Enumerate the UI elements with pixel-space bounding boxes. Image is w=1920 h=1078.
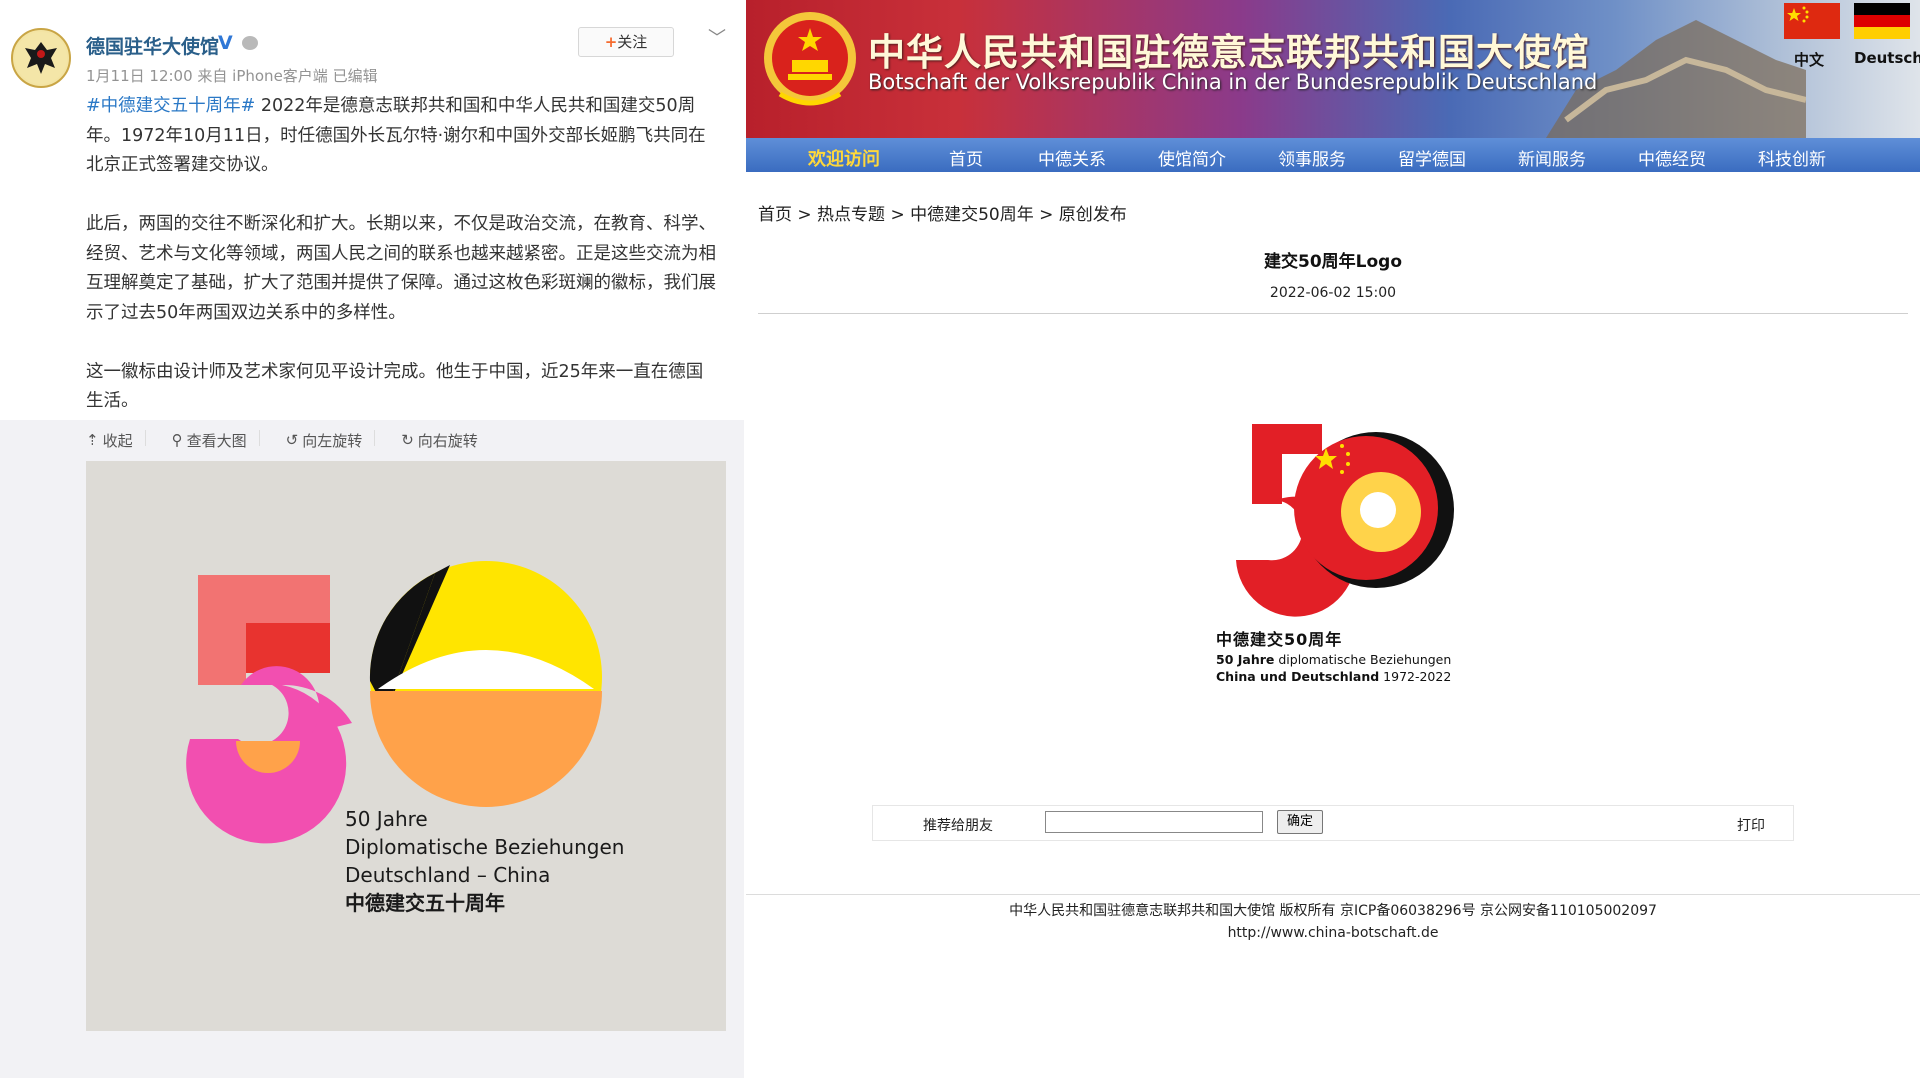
article-date: 2022-06-02 15:00 [1269,285,1397,301]
logo-text-block: 中德建交50周年 50 Jahre diplomatische Beziehun… [1216,626,1451,684]
view-large-button[interactable]: ⚲ 查看大图 [172,430,247,450]
anniversary-logo-graphic [186,561,602,844]
toolbar-divider [144,430,146,446]
collapse-label: 收起 [102,431,133,450]
nav-sino-german-relations[interactable]: 中德关系 [1038,145,1106,170]
recommend-bar: 推荐给朋友 确定 打印 [872,805,1794,841]
toolbar-divider [374,430,376,446]
verified-icon: V [218,32,233,54]
breadcrumb[interactable]: 首页 > 热点专题 > 中德建交50周年 > 原创发布 [758,200,1127,225]
main-nav: 欢迎访问 首页 中德关系 使馆简介 领事服务 留学德国 新闻服务 中德经贸 科技… [746,138,1920,172]
nav-consular-services[interactable]: 领事服务 [1278,145,1346,170]
logo-text-line-3-bold: China und Deutschland [1216,669,1380,684]
footer-url[interactable]: http://www.china-botschaft.de [746,925,1920,941]
logo-text-line-2: 50 Jahre diplomatische Beziehungen [1216,652,1451,667]
weibo-post: 德国驻华大使馆 V 1月11日 12:00 来自 iPhone客户端 已编辑 +… [0,0,744,1078]
rotate-left-label: 向左旋转 [302,431,363,450]
site-title-de: Botschaft der Volksrepublik China in der… [868,70,1598,94]
footer-copyright: 中华人民共和国驻德意志联邦共和国大使馆 版权所有 京ICP备06038296号 … [1009,903,1657,919]
collapse-icon: ⇡ [86,431,99,449]
caption-line-4: 中德建交五十周年 [345,891,505,915]
recommend-email-input[interactable] [1045,811,1263,833]
caption-line-2: Diplomatische Beziehungen [345,835,625,859]
toolbar-divider [258,430,260,446]
eagle-emblem-icon [15,32,67,84]
recommend-label: 推荐给朋友 [923,818,993,834]
china-flag-icon[interactable] [1784,3,1840,39]
national-emblem-icon [764,12,856,106]
caption-line-1: 50 Jahre [345,807,428,831]
nav-home[interactable]: 首页 [949,145,983,170]
print-link[interactable]: 打印 [1737,815,1765,835]
image-toolbar: ⇡ 收起 ⚲ 查看大图 ↺ 向左旋转 ↻ 向右旋转 [86,430,478,450]
follow-button[interactable]: +关注 [578,27,674,57]
nav-tech-innovation[interactable]: 科技创新 [1758,145,1826,170]
article-title: 建交50周年Logo [1263,252,1403,272]
post-header: 德国驻华大使馆 V 1月11日 12:00 来自 iPhone客户端 已编辑 +… [0,0,744,90]
magnifier-icon: ⚲ [171,431,183,449]
paragraph-2: 此后，两国的交往不断深化和扩大。长期以来，不仅是政治交流，在教育、科学、经贸、艺… [86,214,716,323]
footer-divider [746,894,1920,895]
post-meta: 1月11日 12:00 来自 iPhone客户端 已编辑 [86,67,378,85]
collapse-button[interactable]: ⇡ 收起 [86,430,133,450]
lang-chinese-link[interactable]: 中文 [1794,49,1824,70]
follow-label: 关注 [617,33,648,51]
view-large-label: 查看大图 [186,431,247,450]
logo-caption: 50 Jahre Diplomatische Beziehungen Deuts… [345,805,624,917]
rotate-left-icon: ↺ [285,431,299,449]
avatar[interactable] [11,28,71,88]
lang-german-link[interactable]: Deutsch [1854,49,1920,67]
nav-study-in-germany[interactable]: 留学德国 [1398,145,1466,170]
rotate-left-button[interactable]: ↺ 向左旋转 [286,430,363,450]
hashtag-link[interactable]: #中德建交五十周年# [86,96,255,116]
caption-line-3: Deutschland – China [345,863,551,887]
rotate-right-icon: ↻ [401,431,414,449]
account-name[interactable]: 德国驻华大使馆 [86,32,219,59]
site-banner: 中华人民共和国驻德意志联邦共和国大使馆 Botschaft der Volksr… [746,0,1920,138]
embassy-page: 中华人民共和国驻德意志联邦共和国大使馆 Botschaft der Volksr… [746,0,1920,1078]
site-title-cn: 中华人民共和国驻德意志联邦共和国大使馆 [868,30,1590,74]
confirm-button[interactable]: 确定 [1277,810,1323,834]
nav-welcome[interactable]: 欢迎访问 [808,145,880,171]
logo-text-line-2-bold: 50 Jahre [1216,652,1275,667]
divider [758,313,1908,314]
plus-icon: + [604,33,618,51]
rotate-right-button[interactable]: ↻ 向右旋转 [401,430,478,450]
chevron-down-icon[interactable]: ﹀ [708,24,726,50]
logo-text-line-2-rest: diplomatische Beziehungen [1274,652,1452,667]
logo-text-line-3-rest: 1972-2022 [1379,669,1452,684]
nav-embassy-intro[interactable]: 使馆简介 [1158,145,1226,170]
logo-text-cn: 中德建交50周年 [1216,630,1343,649]
rotate-right-label: 向右旋转 [417,431,478,450]
nav-trade[interactable]: 中德经贸 [1638,145,1706,170]
member-badge-icon [242,36,258,50]
nav-news-services[interactable]: 新闻服务 [1518,145,1586,170]
paragraph-3: 这一徽标由设计师及艺术家何见平设计完成。他生于中国，近25年来一直在德国生活。 [86,361,704,412]
paragraph-1: #中德建交五十周年# 2022年是德意志联邦共和国和中华人民共和国建交50周年。… [86,92,720,181]
logo-image[interactable]: 50 Jahre Diplomatische Beziehungen Deuts… [86,461,726,1031]
logo-text-line-3: China und Deutschland 1972-2022 [1216,669,1451,684]
post-body: #中德建交五十周年# 2022年是德意志联邦共和国和中华人民共和国建交50周年。… [86,92,720,446]
germany-flag-icon[interactable] [1854,3,1910,39]
